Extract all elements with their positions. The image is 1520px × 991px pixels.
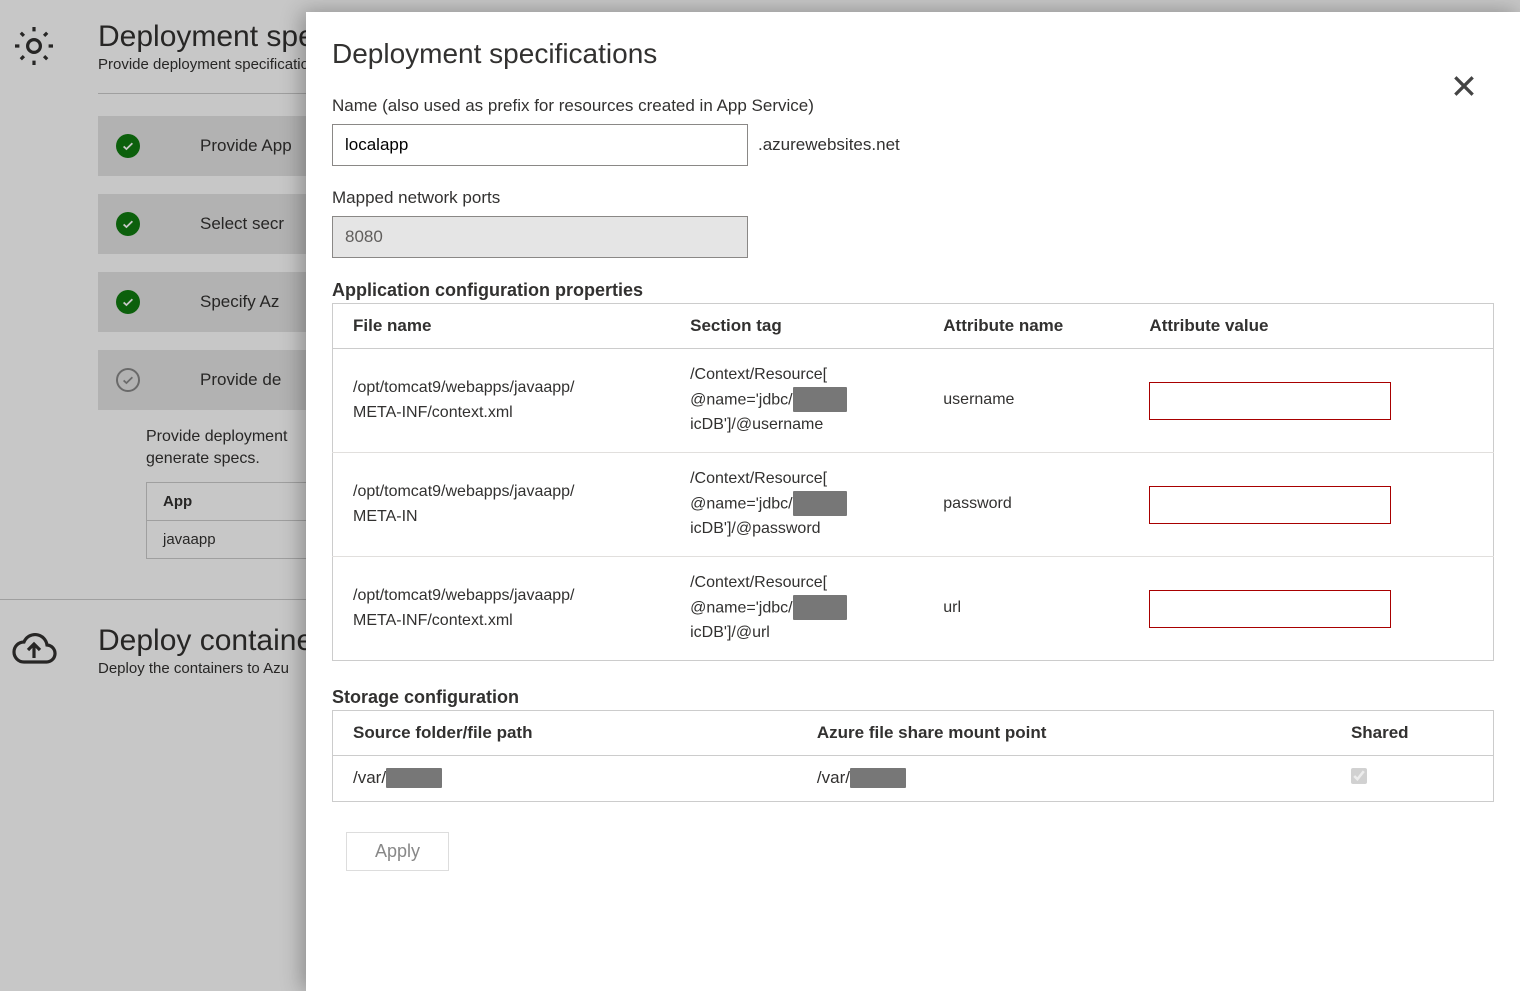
attribute-value-input[interactable]: [1149, 486, 1391, 524]
config-row: /opt/tomcat9/webapps/javaapp/META-INF/co…: [333, 557, 1494, 661]
storage-row: /var/xxx /var/xxx: [333, 756, 1494, 802]
name-label: Name (also used as prefix for resources …: [332, 96, 1494, 116]
config-row: /opt/tomcat9/webapps/javaapp/META-IN /Co…: [333, 453, 1494, 557]
name-input[interactable]: [332, 124, 748, 166]
deployment-specs-modal: Deployment specifications Name (also use…: [306, 12, 1520, 991]
col-attr-name: Attribute name: [923, 304, 1129, 349]
col-mount-point: Azure file share mount point: [797, 711, 1331, 756]
attribute-value-input[interactable]: [1149, 590, 1391, 628]
storage-config-table: Source folder/file path Azure file share…: [332, 710, 1494, 802]
attribute-value-input[interactable]: [1149, 382, 1391, 420]
col-source-path: Source folder/file path: [333, 711, 797, 756]
apply-button[interactable]: Apply: [346, 832, 449, 871]
app-config-header: Application configuration properties: [332, 280, 1494, 301]
app-config-table: File name Section tag Attribute name Att…: [332, 303, 1494, 661]
col-file: File name: [333, 304, 671, 349]
modal-title: Deployment specifications: [332, 38, 1494, 70]
config-row: /opt/tomcat9/webapps/javaapp/META-INF/co…: [333, 349, 1494, 453]
col-section: Section tag: [670, 304, 923, 349]
ports-label: Mapped network ports: [332, 188, 1494, 208]
col-shared: Shared: [1331, 711, 1494, 756]
ports-input: [332, 216, 748, 258]
close-button[interactable]: [1444, 66, 1484, 106]
shared-checkbox: [1351, 768, 1367, 784]
col-attr-value: Attribute value: [1129, 304, 1493, 349]
domain-suffix: .azurewebsites.net: [758, 135, 900, 155]
storage-config-header: Storage configuration: [332, 687, 1494, 708]
